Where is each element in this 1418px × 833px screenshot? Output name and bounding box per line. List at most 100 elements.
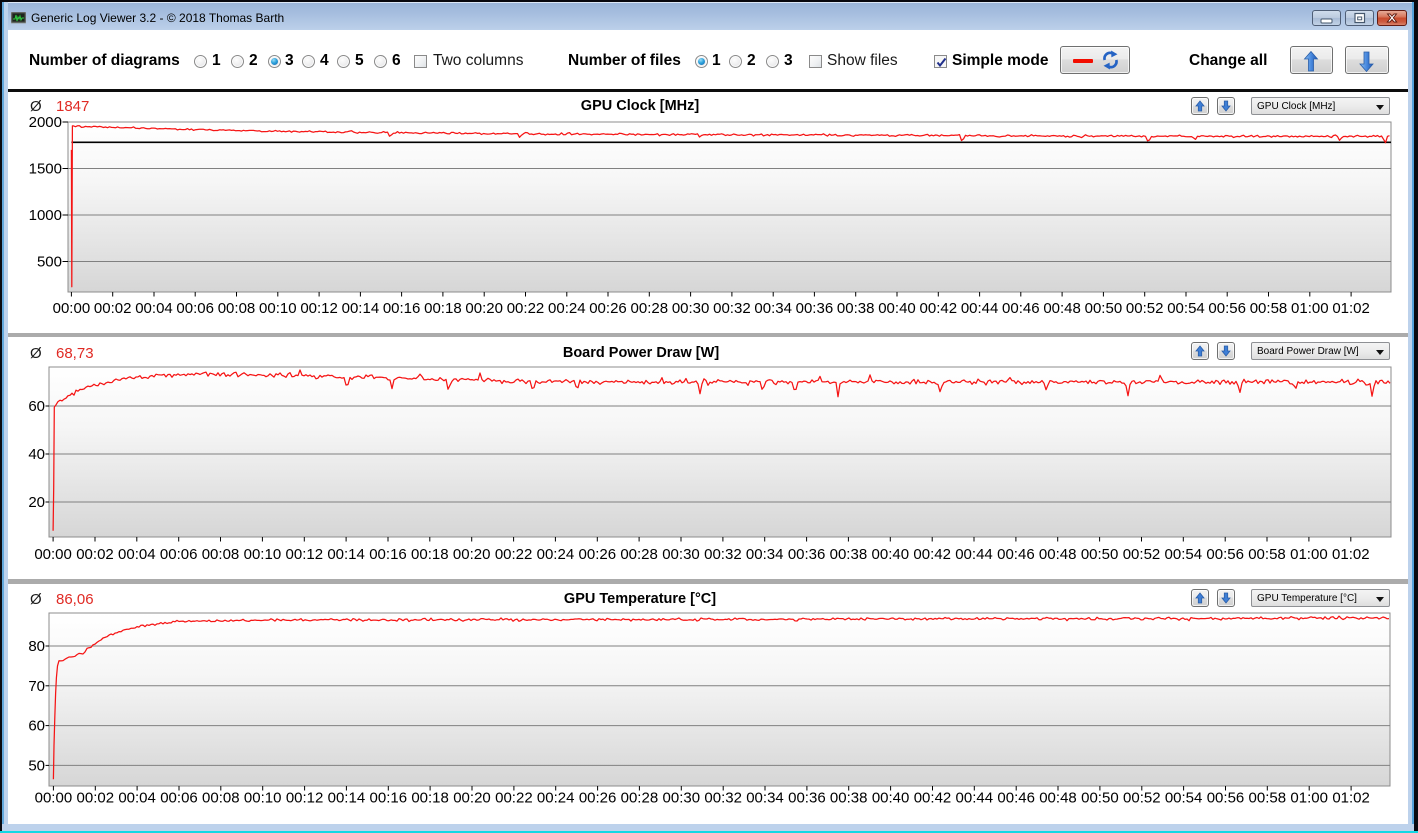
svg-text:00:02: 00:02 <box>76 546 114 563</box>
svg-text:00:00: 00:00 <box>34 546 72 563</box>
svg-text:00:08: 00:08 <box>202 546 240 563</box>
svg-text:00:20: 00:20 <box>453 546 491 563</box>
svg-text:00:00: 00:00 <box>53 300 91 317</box>
svg-text:00:50: 00:50 <box>1081 790 1119 807</box>
svg-text:00:56: 00:56 <box>1207 790 1245 807</box>
svg-text:00:58: 00:58 <box>1249 790 1287 807</box>
svg-text:2000: 2000 <box>29 114 62 131</box>
svg-text:00:26: 00:26 <box>589 300 627 317</box>
svg-text:00:48: 00:48 <box>1039 546 1077 563</box>
svg-text:20: 20 <box>28 494 45 511</box>
svg-text:00:28: 00:28 <box>621 790 659 807</box>
svg-text:01:00: 01:00 <box>1290 790 1328 807</box>
svg-text:00:20: 00:20 <box>465 300 503 317</box>
svg-text:1500: 1500 <box>29 161 62 178</box>
svg-text:00:38: 00:38 <box>830 546 868 563</box>
svg-text:00:16: 00:16 <box>383 300 421 317</box>
svg-text:00:24: 00:24 <box>548 300 586 317</box>
svg-text:00:56: 00:56 <box>1206 546 1244 563</box>
svg-text:00:30: 00:30 <box>663 790 701 807</box>
svg-text:00:58: 00:58 <box>1248 546 1286 563</box>
svg-text:00:04: 00:04 <box>118 546 156 563</box>
svg-text:00:56: 00:56 <box>1208 300 1246 317</box>
svg-text:00:44: 00:44 <box>956 790 994 807</box>
svg-text:60: 60 <box>28 718 45 735</box>
svg-text:00:48: 00:48 <box>1043 300 1081 317</box>
svg-text:00:42: 00:42 <box>914 790 952 807</box>
svg-text:00:44: 00:44 <box>955 546 993 563</box>
svg-text:00:26: 00:26 <box>579 790 617 807</box>
svg-text:00:38: 00:38 <box>830 790 868 807</box>
svg-text:00:04: 00:04 <box>135 300 173 317</box>
svg-text:00:32: 00:32 <box>704 546 742 563</box>
svg-text:00:46: 00:46 <box>997 546 1035 563</box>
svg-text:00:46: 00:46 <box>1002 300 1040 317</box>
svg-text:00:02: 00:02 <box>77 790 115 807</box>
svg-text:00:10: 00:10 <box>244 546 282 563</box>
svg-text:00:52: 00:52 <box>1126 300 1164 317</box>
svg-text:00:12: 00:12 <box>300 300 338 317</box>
svg-text:00:18: 00:18 <box>424 300 462 317</box>
svg-text:00:16: 00:16 <box>370 790 408 807</box>
svg-text:00:36: 00:36 <box>788 546 826 563</box>
svg-text:01:00: 01:00 <box>1290 546 1328 563</box>
svg-text:00:32: 00:32 <box>713 300 751 317</box>
svg-text:80: 80 <box>28 638 45 655</box>
svg-text:00:06: 00:06 <box>160 546 198 563</box>
svg-text:00:16: 00:16 <box>369 546 407 563</box>
svg-text:00:50: 00:50 <box>1085 300 1123 317</box>
svg-text:00:36: 00:36 <box>788 790 826 807</box>
svg-text:00:30: 00:30 <box>662 546 700 563</box>
svg-text:00:52: 00:52 <box>1123 546 1161 563</box>
svg-text:00:46: 00:46 <box>997 790 1035 807</box>
svg-text:01:02: 01:02 <box>1332 300 1370 317</box>
svg-text:00:30: 00:30 <box>672 300 710 317</box>
svg-text:00:42: 00:42 <box>920 300 958 317</box>
svg-text:00:38: 00:38 <box>837 300 875 317</box>
svg-text:500: 500 <box>37 254 62 271</box>
svg-text:00:10: 00:10 <box>259 300 297 317</box>
svg-text:00:28: 00:28 <box>620 546 658 563</box>
svg-text:00:00: 00:00 <box>35 790 73 807</box>
svg-text:00:50: 00:50 <box>1081 546 1119 563</box>
svg-text:00:18: 00:18 <box>411 546 449 563</box>
svg-text:00:24: 00:24 <box>537 790 575 807</box>
svg-text:00:26: 00:26 <box>579 546 617 563</box>
svg-text:00:52: 00:52 <box>1123 790 1161 807</box>
svg-text:00:36: 00:36 <box>796 300 834 317</box>
svg-text:00:18: 00:18 <box>411 790 449 807</box>
svg-text:01:02: 01:02 <box>1332 546 1370 563</box>
svg-text:60: 60 <box>28 398 45 415</box>
svg-text:00:14: 00:14 <box>342 300 380 317</box>
svg-text:00:14: 00:14 <box>328 790 366 807</box>
svg-text:00:40: 00:40 <box>878 300 916 317</box>
svg-text:00:42: 00:42 <box>913 546 951 563</box>
svg-text:00:22: 00:22 <box>507 300 545 317</box>
svg-text:00:34: 00:34 <box>746 546 784 563</box>
svg-text:00:08: 00:08 <box>218 300 256 317</box>
svg-text:00:12: 00:12 <box>286 790 324 807</box>
svg-text:00:04: 00:04 <box>118 790 156 807</box>
svg-text:40: 40 <box>28 446 45 463</box>
svg-text:00:02: 00:02 <box>94 300 132 317</box>
svg-text:00:14: 00:14 <box>327 546 365 563</box>
svg-text:00:10: 00:10 <box>244 790 282 807</box>
svg-text:00:12: 00:12 <box>286 546 324 563</box>
svg-text:00:22: 00:22 <box>495 546 533 563</box>
svg-text:70: 70 <box>28 678 45 695</box>
svg-text:00:40: 00:40 <box>872 790 910 807</box>
svg-text:00:32: 00:32 <box>704 790 742 807</box>
svg-text:00:06: 00:06 <box>160 790 198 807</box>
svg-text:00:08: 00:08 <box>202 790 240 807</box>
svg-text:00:54: 00:54 <box>1165 546 1203 563</box>
svg-text:00:40: 00:40 <box>872 546 910 563</box>
svg-text:00:44: 00:44 <box>961 300 999 317</box>
svg-text:00:48: 00:48 <box>1039 790 1077 807</box>
svg-text:00:34: 00:34 <box>746 790 784 807</box>
svg-text:01:00: 01:00 <box>1291 300 1329 317</box>
svg-text:00:54: 00:54 <box>1165 790 1203 807</box>
svg-text:00:06: 00:06 <box>176 300 214 317</box>
svg-text:00:58: 00:58 <box>1250 300 1288 317</box>
svg-text:1000: 1000 <box>29 207 62 224</box>
svg-text:00:20: 00:20 <box>453 790 491 807</box>
